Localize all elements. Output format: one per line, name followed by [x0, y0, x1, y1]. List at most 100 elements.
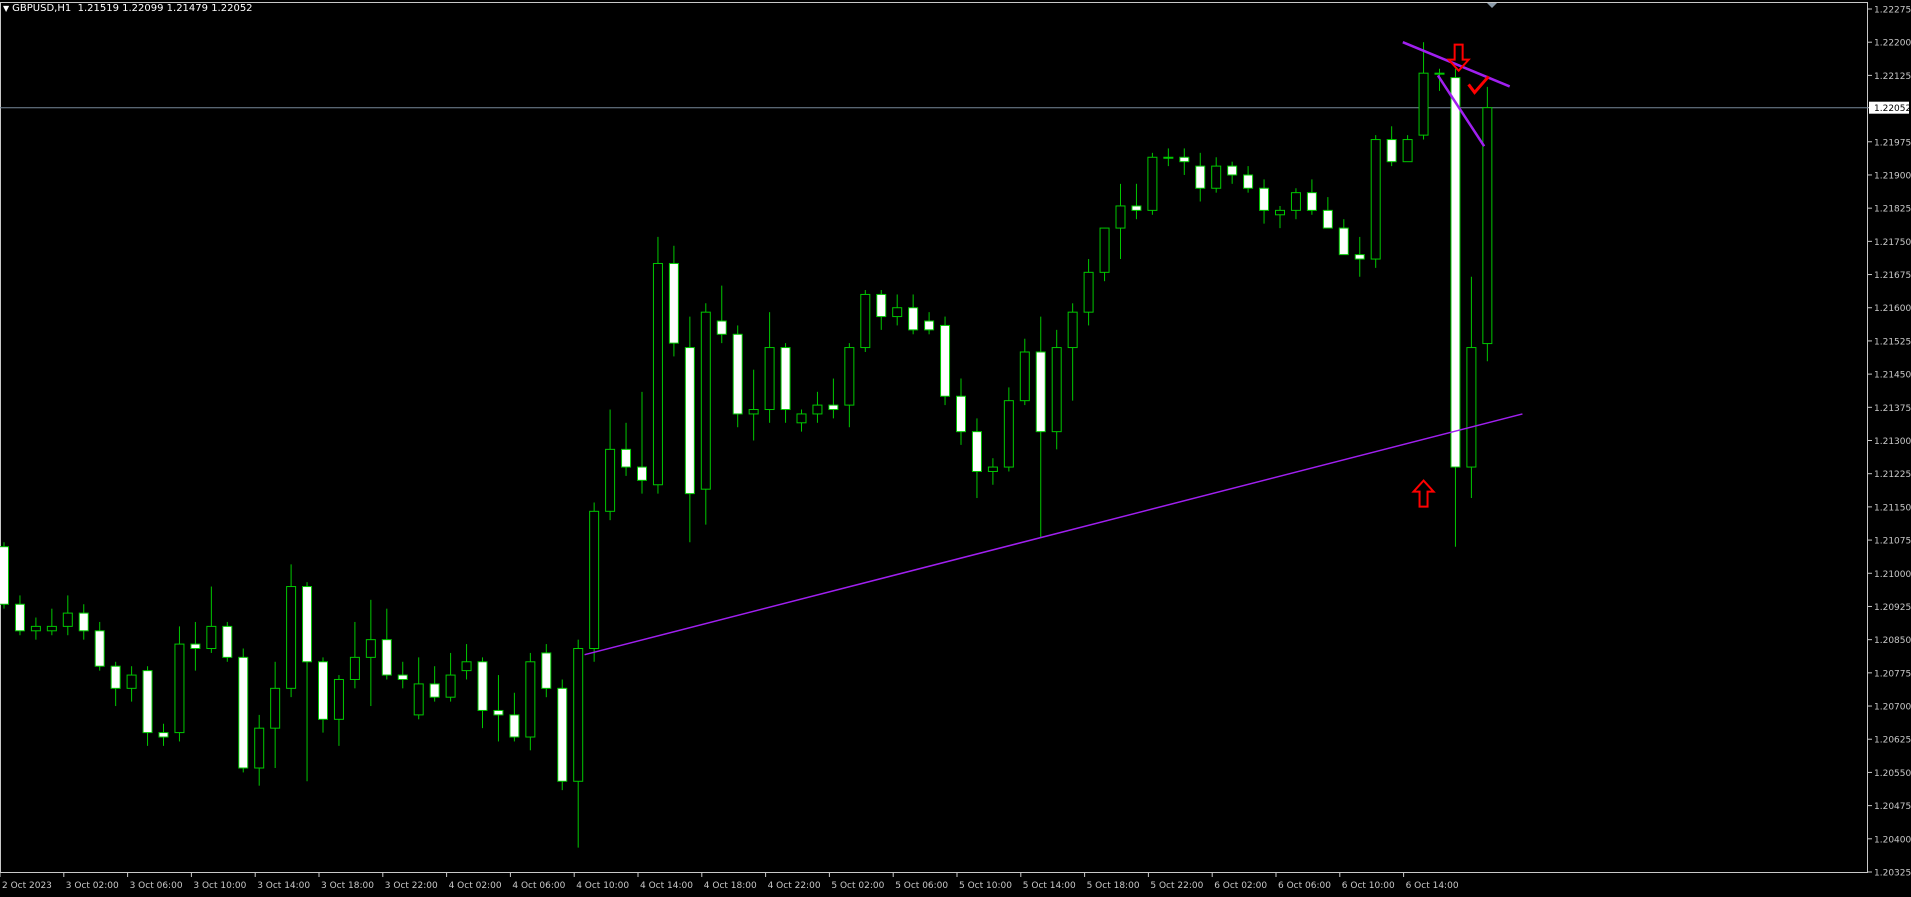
candle-bull	[796, 413, 807, 424]
candle-bear	[780, 347, 791, 411]
candle-bull	[812, 404, 823, 415]
candle-bear	[0, 546, 9, 605]
candle-bear	[1338, 227, 1349, 256]
candle-bull	[46, 625, 57, 632]
y-tick-label: 1.21825	[1874, 205, 1911, 215]
y-tick-label: 1.20400	[1874, 835, 1911, 845]
y-tick-label: 1.21000	[1874, 570, 1911, 580]
candle-bear	[94, 630, 105, 667]
price-chart[interactable]: 1.22275 1.22200 1.22125 1.22052 1.21975 1.219…	[0, 0, 1911, 897]
candle-bear	[14, 603, 25, 632]
y-tick-label: 1.21900	[1874, 171, 1911, 181]
x-tick-label: 5 Oct 18:00	[1087, 881, 1140, 891]
y-tick-label: 1.21375	[1874, 404, 1911, 414]
candle-bull	[365, 639, 376, 658]
candle-bull	[525, 661, 536, 738]
candle-bull	[1434, 72, 1445, 75]
candle-bear	[493, 709, 504, 716]
candle-bull	[1290, 192, 1301, 211]
candle-bull	[573, 648, 584, 782]
candle-bull	[764, 347, 775, 411]
candle-bear	[190, 643, 201, 650]
y-tick-label: 1.21675	[1874, 271, 1911, 281]
y-tick-label: 1.20475	[1874, 802, 1911, 812]
y-tick-label: 1.22275	[1874, 6, 1911, 16]
candle-bear	[971, 431, 982, 472]
y-tick-label: 1.22200	[1874, 39, 1911, 49]
x-tick-label: 5 Oct 10:00	[959, 881, 1012, 891]
candle-bear	[637, 466, 647, 481]
x-tick-label: 4 Oct 14:00	[640, 881, 693, 891]
candle-bear	[158, 732, 169, 738]
candle-bear	[1227, 165, 1238, 176]
check-icon	[1467, 75, 1490, 95]
candle-bull	[1083, 271, 1094, 313]
candle-bull	[1370, 139, 1381, 260]
candle-bear	[1259, 187, 1270, 211]
candle-bear	[732, 333, 743, 415]
candle-bear	[397, 674, 408, 680]
candle-bull	[860, 293, 871, 349]
candle-bear	[1386, 139, 1397, 163]
candle-bull	[1147, 156, 1158, 211]
x-tick-label: 6 Oct 10:00	[1342, 881, 1395, 891]
candle-bear	[541, 652, 552, 689]
candle-bull	[349, 656, 360, 680]
x-tick-label: 6 Oct 14:00	[1406, 881, 1459, 891]
candle-bull	[30, 625, 41, 632]
y-tick-label: 1.22125	[1874, 72, 1911, 82]
candle-bull	[1099, 227, 1110, 273]
candle-bear	[828, 404, 839, 411]
candle-bear	[1243, 174, 1254, 189]
trendline	[1436, 74, 1486, 147]
candle-bull	[445, 674, 456, 698]
candle-bull	[1163, 156, 1174, 159]
y-tick-label: 1.21600	[1874, 304, 1911, 314]
candle-bear	[142, 670, 153, 734]
y-tick-label: 1.20775	[1874, 669, 1911, 679]
candle-bull	[1051, 347, 1062, 433]
x-tick-label: 5 Oct 14:00	[1023, 881, 1076, 891]
x-tick-label: 3 Oct 10:00	[193, 881, 246, 891]
candle-bear	[684, 347, 695, 495]
candle-bull	[62, 612, 73, 627]
candle-bull	[333, 678, 344, 720]
candle-bull	[206, 625, 217, 650]
x-tick-label: 6 Oct 02:00	[1214, 881, 1267, 891]
y-tick-label: 1.20325	[1874, 869, 1911, 879]
candle-bear	[1322, 209, 1333, 229]
x-tick-label: 4 Oct 06:00	[512, 881, 565, 891]
x-tick-label: 4 Oct 22:00	[768, 881, 821, 891]
candle-bear	[956, 395, 966, 433]
x-tick-label: 5 Oct 06:00	[895, 881, 948, 891]
candle-bull	[748, 409, 759, 415]
candle-bull	[413, 683, 424, 716]
y-tick-label: 1.21750	[1874, 238, 1911, 248]
x-tick-label: 6 Oct 06:00	[1278, 881, 1331, 891]
candle-bear	[509, 714, 520, 738]
candle-bear	[1450, 77, 1461, 468]
candle-bear	[668, 262, 679, 344]
candle-bear	[318, 661, 328, 720]
y-tick-label: 1.21975	[1874, 138, 1911, 148]
candle-bear	[621, 448, 632, 468]
candle-bull	[461, 661, 472, 672]
x-tick-label: 4 Oct 02:00	[449, 881, 502, 891]
candle-bear	[477, 661, 488, 711]
x-tick-label: 3 Oct 18:00	[321, 881, 374, 891]
candle-bull	[286, 586, 297, 689]
y-tick-label: 1.20700	[1874, 703, 1911, 713]
candle-bear	[1035, 351, 1046, 433]
candle-bull	[1466, 347, 1477, 468]
candle-bear	[876, 293, 887, 318]
candle-bear	[1179, 156, 1190, 163]
candle-bull	[1402, 139, 1413, 163]
candle-bull	[1003, 400, 1014, 468]
y-tick-label: 1.20850	[1874, 636, 1911, 646]
candle-bull	[1482, 107, 1493, 345]
candle-bear	[940, 324, 951, 397]
arrow-down-icon	[1446, 43, 1471, 73]
candle-bear	[381, 639, 392, 676]
scroll-marker-icon	[1487, 3, 1497, 8]
candle-bear	[908, 307, 919, 331]
